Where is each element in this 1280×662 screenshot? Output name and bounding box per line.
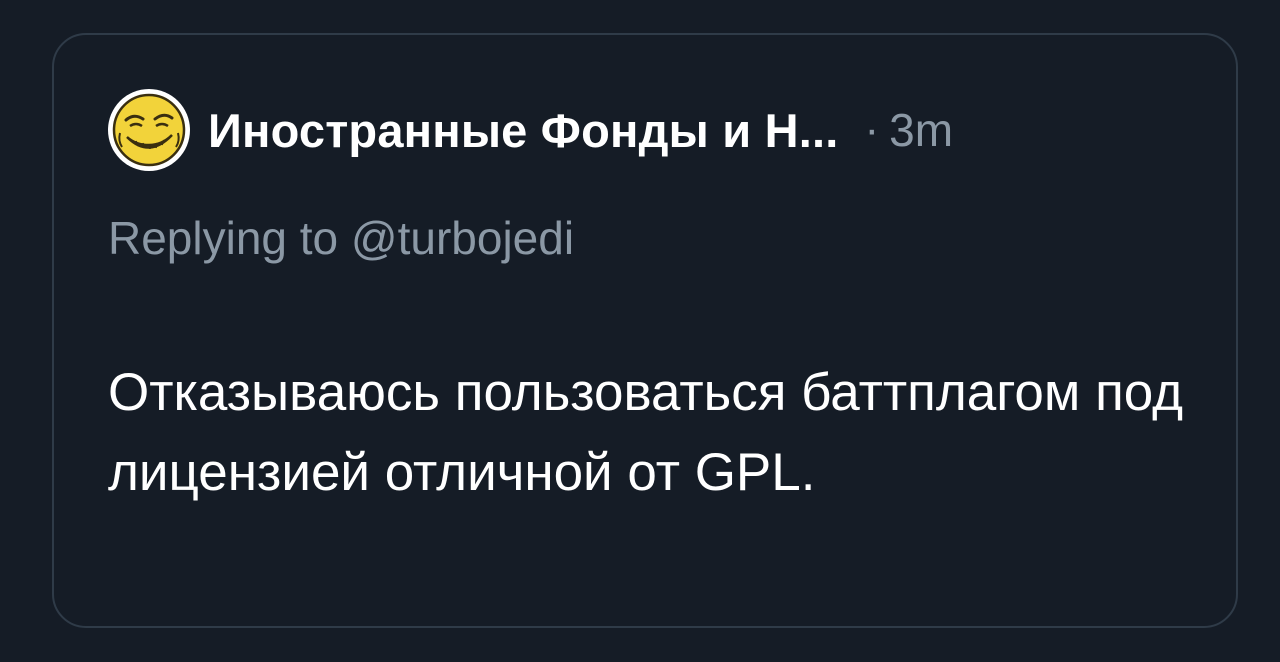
timestamp[interactable]: 3m	[889, 103, 953, 157]
replying-to-line: Replying to @turbojedi	[108, 211, 574, 265]
quoted-tweet-card[interactable]: Иностранные Фонды и Н... · 3m Replying t…	[52, 33, 1238, 628]
reply-handle-link[interactable]: @turbojedi	[351, 212, 574, 264]
tweet-text: Отказываюсь пользоваться баттплагом под …	[108, 363, 1184, 502]
author-name[interactable]: Иностранные Фонды и Н...	[208, 103, 839, 158]
troll-smiley-avatar-icon	[112, 93, 186, 167]
replying-to-label: Replying to	[108, 212, 351, 264]
separator-dot: ·	[864, 105, 880, 154]
tweet-header: Иностранные Фонды и Н... · 3m	[108, 89, 953, 171]
avatar[interactable]	[108, 89, 190, 171]
